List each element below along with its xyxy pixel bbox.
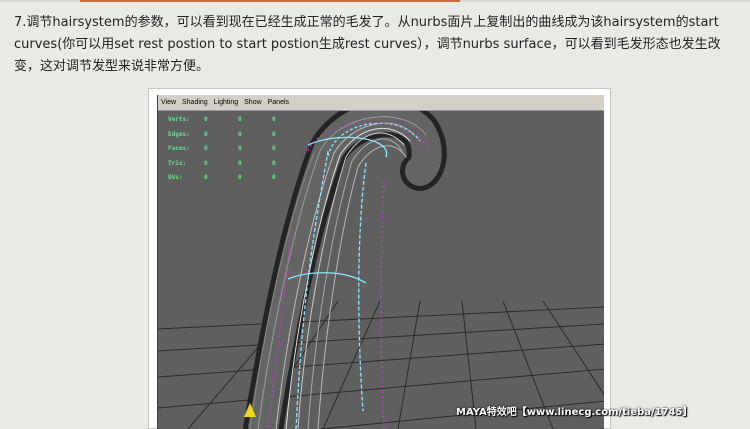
hud-label: Tris: <box>168 159 187 167</box>
viewport-menubar: View Shading Lighting Show Panels <box>158 95 604 111</box>
hud-value: 0 <box>204 116 208 123</box>
hud-label: Verts: <box>168 116 190 123</box>
top-rule-accent <box>80 0 460 2</box>
article-paragraph: 7.调节hairsystem的参数，可以看到现在已经生成正常的毛发了。从nurb… <box>14 15 721 74</box>
hud-row: UVs: 0 0 0 <box>168 171 306 186</box>
hud-row: Faces: 0 0 0 <box>168 142 306 157</box>
hud-value: 0 <box>272 116 276 123</box>
menu-panels[interactable]: Panels <box>268 95 289 110</box>
top-rule <box>0 0 750 2</box>
hud-label: UVs: <box>168 174 183 181</box>
watermark-text: MAYA特效吧【www.linecg.com/tieba/1745】 <box>456 407 693 418</box>
poly-count-hud: Verts: 0 0 0 Edges: 0 0 0 Faces: 0 0 0 Tris: 0 0 0 UVs: 0… <box>168 113 306 186</box>
menu-lighting[interactable]: Lighting <box>214 95 239 110</box>
hud-value: 0 <box>204 145 208 152</box>
hud-label: Edges: <box>168 130 190 138</box>
hud-row: Verts: 0 0 0 <box>168 113 306 128</box>
hud-value: 0 <box>204 159 208 167</box>
menu-view[interactable]: View <box>161 95 176 110</box>
hud-value: 0 <box>238 145 242 152</box>
hud-label: Faces: <box>168 145 190 152</box>
hud-value: 0 <box>204 130 208 138</box>
hud-row: Edges: 0 0 0 <box>168 128 306 143</box>
hud-value: 0 <box>238 116 242 123</box>
hud-value: 0 <box>204 174 208 181</box>
menu-show[interactable]: Show <box>244 95 262 110</box>
menu-shading[interactable]: Shading <box>182 95 208 110</box>
hud-value: 0 <box>272 130 276 138</box>
hud-value: 0 <box>272 174 276 181</box>
hud-value: 0 <box>272 159 276 167</box>
hud-value: 0 <box>238 174 242 181</box>
hud-row: Tris: 0 0 0 <box>168 157 306 172</box>
maya-viewport-window: View Shading Lighting Show Panels Verts:… <box>157 95 604 429</box>
hud-value: 0 <box>238 130 242 138</box>
hud-value: 0 <box>272 145 276 152</box>
hud-value: 0 <box>238 159 242 167</box>
